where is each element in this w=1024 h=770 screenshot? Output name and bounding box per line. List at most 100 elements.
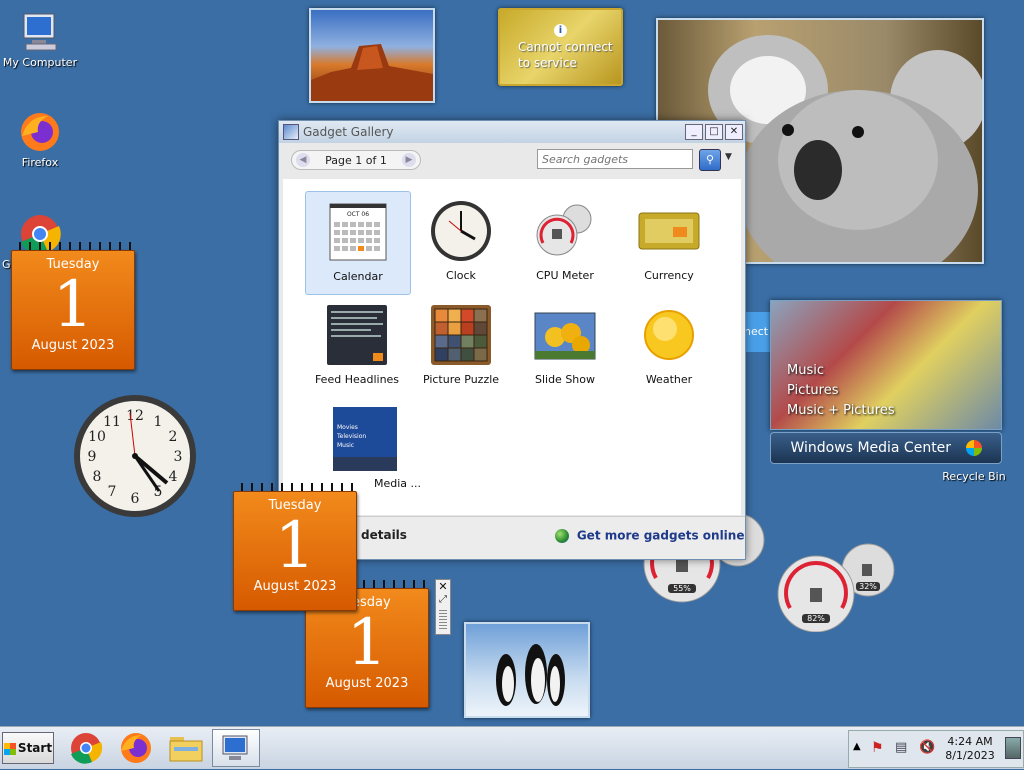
system-tray: ▲ ⚑ ▤ 🔇 4:24 AM 8/1/2023 (848, 730, 1024, 768)
svg-text:2: 2 (169, 429, 178, 445)
minimize-button[interactable]: _ (685, 124, 703, 140)
volume-muted-icon[interactable]: 🔇 (919, 740, 935, 755)
globe-icon (555, 528, 569, 543)
show-desktop-button[interactable] (1005, 737, 1021, 759)
svg-text:12: 12 (126, 408, 144, 424)
firefox-icon (121, 733, 151, 763)
clock-face: 12 12 345 678 91011 (74, 395, 196, 517)
calendar-month-year: August 2023 (253, 579, 337, 594)
search-gadgets-input[interactable] (537, 149, 693, 169)
desert-photo (311, 44, 433, 101)
calendar-day: 1 (346, 606, 388, 680)
firefox-icon (18, 110, 62, 154)
taskbar-firefox[interactable] (116, 731, 156, 765)
slideshow-desert-gadget[interactable] (309, 8, 435, 103)
calendar-page: Tuesday 1 August 2023 (233, 491, 357, 611)
calendar-month-year: August 2023 (31, 338, 115, 353)
calendar-gadget[interactable]: Tuesday 1 August 2023 (233, 483, 357, 611)
desktop-icon-label: Firefox (21, 156, 59, 169)
clock-icon (429, 199, 493, 263)
windows-logo-icon (3, 742, 16, 755)
svg-text:1: 1 (154, 414, 163, 430)
gadget-tile-cpu-meter[interactable]: CPU Meter (513, 191, 617, 293)
svg-text:6: 6 (131, 491, 140, 507)
currency-gadget[interactable]: i Cannot connect to service (498, 8, 623, 86)
show-hidden-icons-button[interactable]: ▲ (853, 741, 861, 752)
cpu-meter-cpu-value: 82% (802, 614, 830, 623)
next-page-button[interactable]: ▶ (401, 153, 416, 167)
slideshow-penguins-gadget[interactable] (464, 622, 590, 718)
gallery-toolbar: ◀ Page 1 of 1 ▶ ⚲ ▼ (279, 143, 745, 177)
close-icon[interactable]: ✕ (436, 580, 450, 593)
media-center-thumb-music: Music (337, 442, 355, 449)
info-icon: i (554, 24, 567, 37)
desktop-icon-my-computer[interactable]: My Computer (0, 10, 80, 69)
gadget-tile-picture-puzzle[interactable]: Picture Puzzle (409, 295, 513, 397)
get-more-gadgets-link[interactable]: Get more gadgets online (555, 528, 744, 543)
media-center-thumb-movies: Movies (337, 424, 358, 431)
show-details-toggle[interactable]: details (361, 528, 407, 542)
calendar-day: 1 (52, 268, 94, 342)
currency-status-line1: Cannot connect (518, 40, 613, 54)
desktop-icon-firefox[interactable]: Firefox (0, 110, 80, 169)
media-center-menu-music[interactable]: Music (787, 361, 895, 381)
svg-text:11: 11 (103, 414, 121, 430)
svg-text:7: 7 (108, 484, 117, 500)
clock-time: 4:24 AM (947, 735, 993, 748)
cpu-meter-gadget[interactable]: 82% 32% (776, 540, 900, 633)
search-icon[interactable]: ⚲ (699, 149, 721, 171)
desktop-icon-label: Recycle Bin (942, 470, 1006, 483)
chevron-down-icon[interactable]: ▼ (725, 152, 732, 162)
wmc-brand-windows: Windows (790, 440, 853, 456)
taskbar-file-explorer[interactable] (166, 731, 206, 765)
start-label: Start (17, 741, 53, 755)
taskbar: Start ▲ ⚑ ▤ 🔇 4:24 AM 8/1/2023 (0, 726, 1024, 769)
penguins-photo (496, 644, 565, 706)
gadget-tile-slide-show[interactable]: Slide Show (513, 295, 617, 397)
gadget-tile-feed-headlines[interactable]: Feed Headlines (305, 295, 409, 397)
gadget-label: Slide Show (534, 373, 596, 386)
drag-handle-icon[interactable] (439, 610, 447, 630)
get-more-gadgets-label: Get more gadgets online (576, 528, 745, 543)
svg-text:9: 9 (88, 449, 97, 465)
gadget-tile-calendar[interactable]: OCT 06 Calendar (305, 191, 411, 295)
svg-text:8: 8 (93, 469, 102, 485)
clock-gadget[interactable]: 12 1 2 345 678 9 10 11 (72, 393, 198, 519)
svg-text:10: 10 (88, 429, 106, 445)
previous-page-button[interactable]: ◀ (296, 153, 310, 167)
gadget-tile-currency[interactable]: Currency (617, 191, 721, 293)
network-icon[interactable]: ▤ (895, 740, 907, 755)
media-center-icon: Movies Television Music (333, 407, 397, 471)
start-button[interactable]: Start (2, 732, 54, 764)
gadget-tile-weather[interactable]: Weather (617, 295, 721, 397)
window-titlebar[interactable]: Gadget Gallery _ □ ✕ (279, 121, 745, 143)
calendar-gadget-thumbnail: OCT 06 (326, 200, 390, 264)
media-center-menu-music-pictures[interactable]: Music + Pictures (787, 401, 895, 421)
svg-text:4: 4 (169, 469, 178, 485)
gadget-label: CPU Meter (536, 269, 594, 282)
clock-date: 8/1/2023 (945, 749, 995, 762)
taskbar-chrome[interactable] (66, 731, 106, 765)
cpu-meter-cpu-value: 55% (668, 584, 696, 593)
desktop-icon-recycle-bin[interactable]: Recycle Bin (934, 470, 1014, 483)
media-center-brand-bar[interactable]: Windows Media Center (770, 432, 1002, 464)
settings-icon[interactable]: ⤢ (436, 593, 450, 606)
close-button[interactable]: ✕ (725, 124, 743, 140)
media-center-menu-pictures[interactable]: Pictures (787, 381, 895, 401)
gadget-tile-clock[interactable]: Clock (409, 191, 513, 293)
calendar-gadget[interactable]: Tuesday 1 August 2023 (11, 242, 135, 370)
taskbar-clock[interactable]: 4:24 AM 8/1/2023 (941, 735, 999, 763)
taskbar-active-window[interactable] (212, 729, 260, 767)
action-center-flag-icon[interactable]: ⚑ (871, 740, 884, 756)
gadget-label: Clock (446, 269, 476, 282)
maximize-button[interactable]: □ (705, 124, 723, 140)
window-title: Gadget Gallery (303, 125, 394, 139)
computer-icon (222, 735, 248, 760)
media-center-gadget[interactable]: Music Pictures Music + Pictures (770, 300, 1002, 430)
gadget-handle-bar[interactable]: ✕ ⤢ (435, 579, 451, 635)
media-center-menu: Music Pictures Music + Pictures (787, 361, 895, 421)
calendar-month-year: August 2023 (325, 676, 409, 691)
folder-icon (169, 737, 203, 762)
cpu-meter-memory-value: 32% (856, 582, 880, 591)
cpu-meter-icon (533, 199, 597, 263)
